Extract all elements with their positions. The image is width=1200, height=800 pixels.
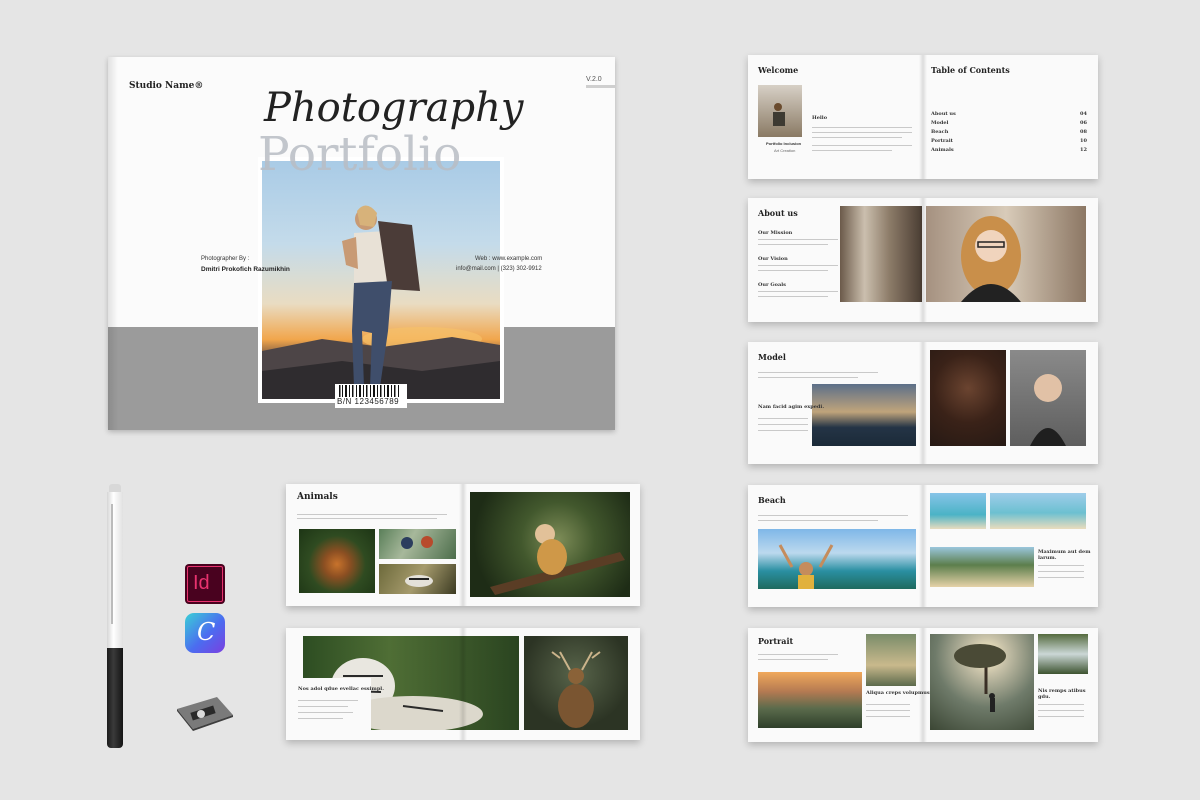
toc-item: Model 06 <box>931 120 1087 126</box>
tiger-deer-spread: Nos adol qdue evellac essimpl. <box>286 628 640 740</box>
portrait-photo-tree <box>930 634 1034 730</box>
about-goals: Our Goals <box>758 282 786 288</box>
animals-title: Animals <box>297 492 338 502</box>
beach-photo-2 <box>930 493 986 529</box>
cover-hero-photo <box>258 157 504 403</box>
portrait-heading: Aliqua creps volupmus. <box>866 690 932 696</box>
portrait-photo-landscape <box>758 672 862 728</box>
model-title: Model <box>758 352 786 362</box>
model-heading: Nam facid agim expedi. <box>758 404 825 410</box>
deer-photo <box>524 636 628 730</box>
about-mission: Our Mission <box>758 230 793 236</box>
about-photo-left <box>840 206 922 302</box>
welcome-hello: Hello <box>812 115 828 121</box>
about-title: About us <box>758 208 798 218</box>
welcome-caption-sub: Art Creation <box>774 148 796 153</box>
model-photo-landscape <box>812 384 916 446</box>
web-address: Web : www.example.com <box>475 256 543 262</box>
welcome-title: Welcome <box>758 65 799 75</box>
welcome-photo <box>758 85 802 137</box>
tiger-photo <box>299 529 375 593</box>
portrait-photo-waterfall <box>1038 634 1088 674</box>
beach-photo-main <box>758 529 916 589</box>
portrait-photo-small <box>866 634 916 686</box>
portfolio-cover: Studio Name® V.2.0 Portfolio Photography… <box>108 57 615 430</box>
pencil-sharpener <box>173 695 237 731</box>
barcode-number: B/N 123456789 <box>337 397 400 406</box>
portrait-heading-2: Nis remps atibus gdu. <box>1038 688 1086 700</box>
photographer-name: Dmitri Prokofich Razumikhin <box>201 266 290 273</box>
animals2-heading: Nos adol qdue evellac essimpl. <box>298 686 384 692</box>
animals-spread: Animals <box>286 484 640 606</box>
photographer-label: Photographer By : <box>201 256 250 262</box>
cover-spine-shadow <box>108 57 118 430</box>
beach-title: Beach <box>758 495 786 505</box>
cover-title-script: Photography <box>264 85 524 131</box>
about-spread: About us Our Mission Our Vision Our Goal… <box>748 198 1098 322</box>
model-photo-portrait-1 <box>930 350 1006 446</box>
indesign-icon: Id <box>185 564 225 604</box>
version-label: V.2.0 <box>586 76 602 83</box>
model-spread: Model Nam facid agim expedi. <box>748 342 1098 464</box>
canva-icon: C <box>185 613 225 653</box>
pen <box>105 484 125 748</box>
welcome-toc-spread: Welcome Portfolio Inclusion Art Creation… <box>748 55 1098 179</box>
welcome-caption-name: Portfolio Inclusion <box>766 141 802 146</box>
beach-spread: Beach Maximum aut dem larum. <box>748 485 1098 607</box>
badger-photo <box>379 564 456 594</box>
about-vision: Our Vision <box>758 256 788 262</box>
birds-photo <box>379 529 456 559</box>
cover-title-big: Portfolio <box>258 127 462 182</box>
portrait-spread: Portrait Aliqua creps volupmus. Nis remp… <box>748 628 1098 742</box>
toc-title: Table of Contents <box>931 65 1010 75</box>
beach-photo-4 <box>930 547 1034 587</box>
model-photo-portrait-2 <box>1010 350 1086 446</box>
version-line <box>586 85 615 88</box>
monkey-photo <box>470 492 630 597</box>
portrait-title: Portrait <box>758 636 794 646</box>
beach-heading: Maximum aut dem larum. <box>1038 549 1091 561</box>
beach-photo-3 <box>990 493 1086 529</box>
toc-item: Portrait 10 <box>931 138 1087 144</box>
studio-name: Studio Name® <box>129 81 204 91</box>
toc-item: Beach 08 <box>931 129 1087 135</box>
contact-info: info@mail.com | (323) 302-9912 <box>456 266 542 272</box>
barcode: B/N 123456789 <box>335 384 407 408</box>
toc-item: Animals 12 <box>931 147 1087 153</box>
toc-item: About us 04 <box>931 111 1087 117</box>
about-photo-right <box>926 206 1086 302</box>
